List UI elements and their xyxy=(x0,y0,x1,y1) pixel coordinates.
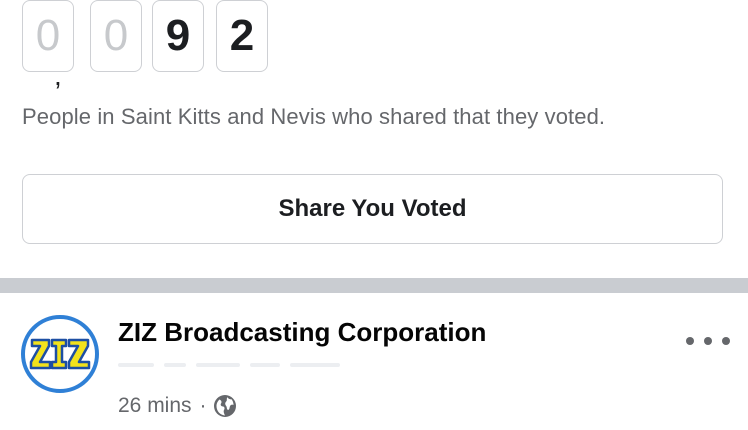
feed-post: ZIZ Broadcasting Corporation 26 mins · xyxy=(0,293,748,430)
vote-count-digit: 9 xyxy=(152,0,204,72)
feed-separator xyxy=(0,278,748,293)
globe-icon[interactable] xyxy=(213,394,237,418)
post-meta: 26 mins · xyxy=(118,394,237,418)
post-timestamp[interactable]: 26 mins xyxy=(118,394,192,418)
more-horizontal-icon xyxy=(722,337,730,345)
share-you-voted-button[interactable]: Share You Voted xyxy=(22,174,723,244)
meta-separator: · xyxy=(199,394,207,417)
more-horizontal-icon xyxy=(704,337,712,345)
ziz-logo xyxy=(29,338,91,370)
share-you-voted-label: Share You Voted xyxy=(278,195,467,222)
vote-count-caption: People in Saint Kitts and Nevis who shar… xyxy=(22,104,606,129)
page-name-link[interactable]: ZIZ Broadcasting Corporation xyxy=(118,317,486,348)
page-avatar[interactable] xyxy=(21,315,99,393)
thousands-separator: , xyxy=(54,60,62,91)
more-options-button[interactable] xyxy=(686,333,730,349)
vote-count-digit: 0 xyxy=(90,0,142,72)
faded-subtitle xyxy=(118,363,358,369)
vote-count-digit: 0 xyxy=(22,0,74,72)
vote-count-digit: 2 xyxy=(216,0,268,72)
voter-counter-card: 0 0 9 2 , People in Saint Kitts and Nevi… xyxy=(0,0,748,278)
more-horizontal-icon xyxy=(686,337,694,345)
